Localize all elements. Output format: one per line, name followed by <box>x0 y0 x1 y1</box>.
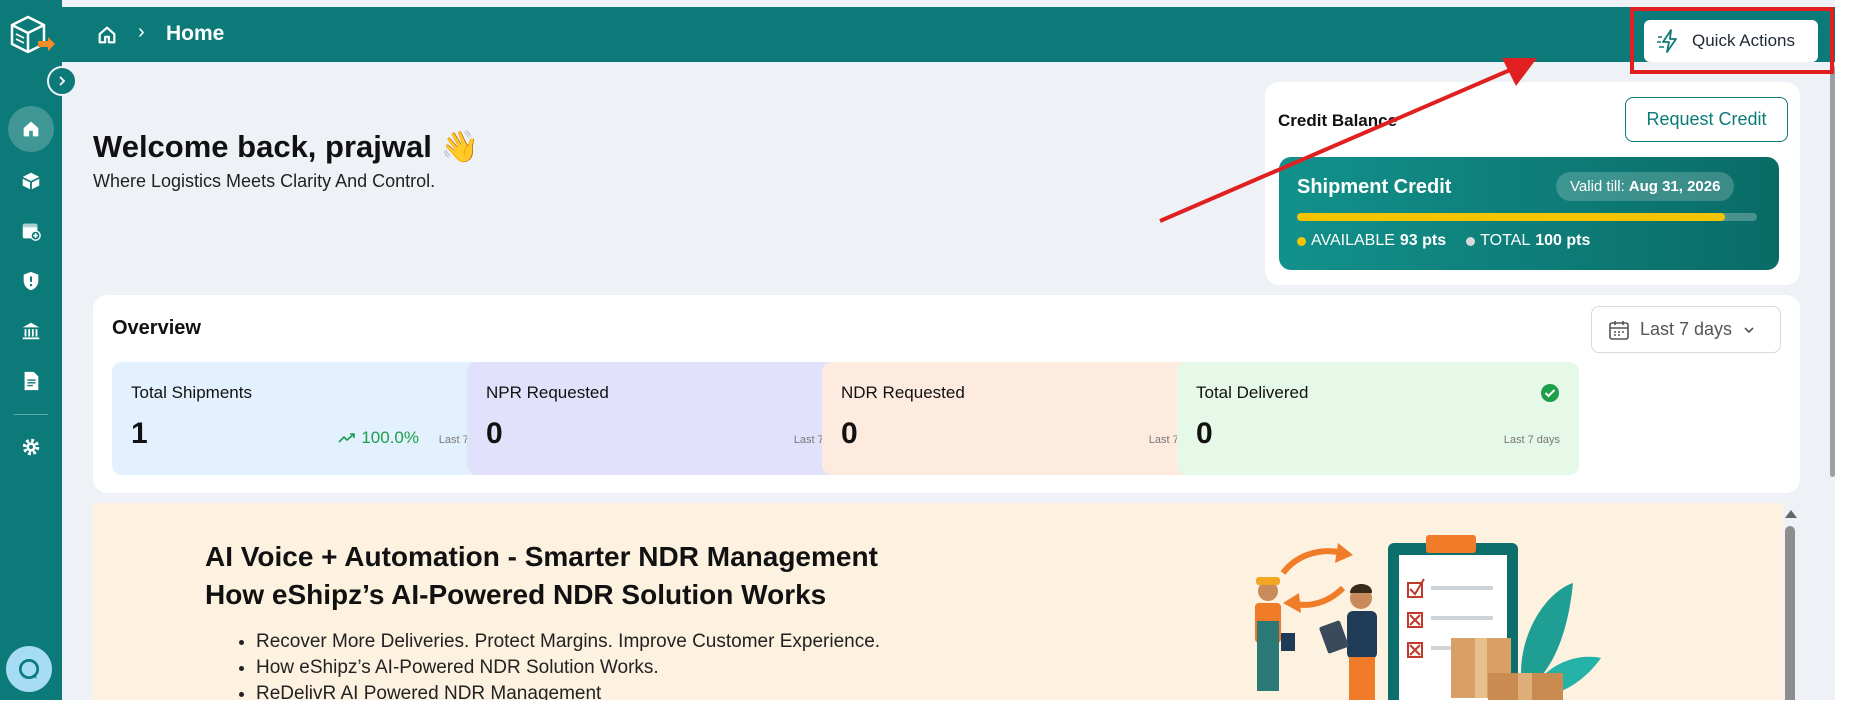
sidebar-divider <box>14 414 48 415</box>
calendar-icon <box>1609 320 1629 340</box>
stat-period: Last 7 days <box>1503 434 1560 446</box>
document-icon <box>24 371 39 391</box>
valid-till-date: Aug 31, 2026 <box>1628 178 1721 195</box>
stat-value: 1 <box>131 417 148 450</box>
trend-indicator: 100.0% <box>338 428 419 448</box>
banner-bullet: ReDelivR AI Powered NDR Management <box>256 681 880 700</box>
breadcrumb-home-icon[interactable] <box>96 24 118 46</box>
chevron-right-icon <box>59 76 66 86</box>
banner-title-line2: How eShipz’s AI-Powered NDR Solution Wor… <box>205 579 827 610</box>
lightning-icon <box>1657 29 1677 53</box>
total-value: 100 pts <box>1535 232 1591 249</box>
banner-scroll-up-icon[interactable] <box>1785 510 1797 518</box>
top-bar: › Home Quick Actions <box>62 7 1835 74</box>
home-icon <box>23 121 39 137</box>
add-shipment-icon <box>22 223 41 241</box>
available-credit: AVAILABLE 93 pts <box>1297 232 1446 250</box>
date-range-dropdown[interactable]: Last 7 days <box>1591 306 1781 353</box>
overview-title: Overview <box>112 317 201 339</box>
logo-icon[interactable] <box>8 14 58 58</box>
sidebar-item-ndr[interactable] <box>8 258 54 304</box>
chat-icon <box>18 658 40 680</box>
valid-till-label: Valid till: <box>1570 178 1625 195</box>
sidebar-item-settings[interactable] <box>8 424 54 470</box>
stat-value: 0 <box>486 417 503 450</box>
stat-card-total-shipments[interactable]: Total Shipments 1 100.0% Last 7 days <box>112 362 514 475</box>
page-scrollbar[interactable] <box>1830 65 1835 477</box>
sidebar-item-create-shipment[interactable] <box>8 208 54 254</box>
welcome-subtitle: Where Logistics Meets Clarity And Contro… <box>93 171 436 191</box>
banner-bullets: Recover More Deliveries. Protect Margins… <box>256 629 880 700</box>
ndr-illustration <box>1255 535 1601 700</box>
stat-label: NDR Requested <box>841 383 965 402</box>
banner-title: AI Voice + Automation - Smarter NDR Mana… <box>205 538 878 614</box>
request-credit-button[interactable]: Request Credit <box>1625 97 1788 142</box>
available-label: AVAILABLE <box>1311 232 1395 249</box>
sidebar-item-shipments[interactable] <box>8 158 54 204</box>
stat-value: 0 <box>1196 417 1213 450</box>
banner-bullet: How eShipz’s AI-Powered NDR Solution Wor… <box>256 655 880 681</box>
banner-bullet: Recover More Deliveries. Protect Margins… <box>256 629 880 655</box>
welcome-heading: Welcome back, prajwal 👋 <box>93 129 480 164</box>
sidebar-item-reports[interactable] <box>8 358 54 404</box>
total-dot-icon <box>1466 236 1476 246</box>
available-dot-icon <box>1297 236 1306 246</box>
available-value: 93 pts <box>1399 232 1447 249</box>
credit-progress-track <box>1297 213 1757 221</box>
stat-value: 0 <box>841 417 858 450</box>
trend-value: 100.0% <box>361 428 419 447</box>
stat-label: NPR Requested <box>486 383 609 402</box>
credit-progress-fill <box>1297 213 1725 221</box>
credit-balance-heading: Credit Balance <box>1278 111 1398 130</box>
shipment-credit-title: Shipment Credit <box>1297 176 1452 198</box>
date-range-label: Last 7 days <box>1640 319 1733 339</box>
stat-card-npr-requested[interactable]: NPR Requested 0 Last 7 days <box>467 362 869 475</box>
credit-balance-card: Credit Balance Request Credit Shipment C… <box>1265 82 1800 285</box>
app-window: › Home Quick Actions Welcome back, prajw… <box>0 0 1835 700</box>
box-icon <box>22 172 40 190</box>
stat-label: Total Shipments <box>131 383 252 402</box>
alert-icon <box>23 271 39 291</box>
promo-banner: AI Voice + Automation - Smarter NDR Mana… <box>93 503 1783 700</box>
credit-stats: AVAILABLE 93 pts TOTAL 100 pts <box>1297 232 1590 250</box>
validity-badge: Valid till: Aug 31, 2026 <box>1556 172 1735 201</box>
trending-up-icon <box>338 433 356 443</box>
support-chat-button[interactable] <box>6 646 52 692</box>
total-credit: TOTAL 100 pts <box>1466 232 1590 250</box>
stat-label: Total Delivered <box>1196 383 1309 402</box>
stat-card-ndr-requested[interactable]: NDR Requested 0 Last 7 days <box>822 362 1224 475</box>
check-circle-icon <box>1541 384 1559 402</box>
sidebar <box>0 0 62 700</box>
sidebar-item-home[interactable] <box>8 106 54 152</box>
bank-icon <box>22 322 40 340</box>
settings-icon <box>22 438 40 456</box>
banner-scrollbar[interactable] <box>1785 526 1795 700</box>
overview-panel: Overview Last 7 days Total Shipments 1 1… <box>93 295 1800 493</box>
breadcrumb-separator: › <box>138 21 145 43</box>
stat-card-total-delivered[interactable]: Total Delivered 0 Last 7 days <box>1177 362 1579 475</box>
chevron-down-icon <box>1744 326 1754 333</box>
shipment-credit-panel: Shipment Credit Valid till: Aug 31, 2026… <box>1279 157 1779 270</box>
sidebar-item-finance[interactable] <box>8 308 54 354</box>
page-title: Home <box>166 22 225 45</box>
total-label: TOTAL <box>1480 232 1531 249</box>
sidebar-expand-button[interactable] <box>47 66 77 96</box>
banner-title-line1: AI Voice + Automation - Smarter NDR Mana… <box>205 541 878 572</box>
quick-actions-label: Quick Actions <box>1692 31 1795 50</box>
quick-actions-button[interactable]: Quick Actions <box>1644 20 1818 62</box>
